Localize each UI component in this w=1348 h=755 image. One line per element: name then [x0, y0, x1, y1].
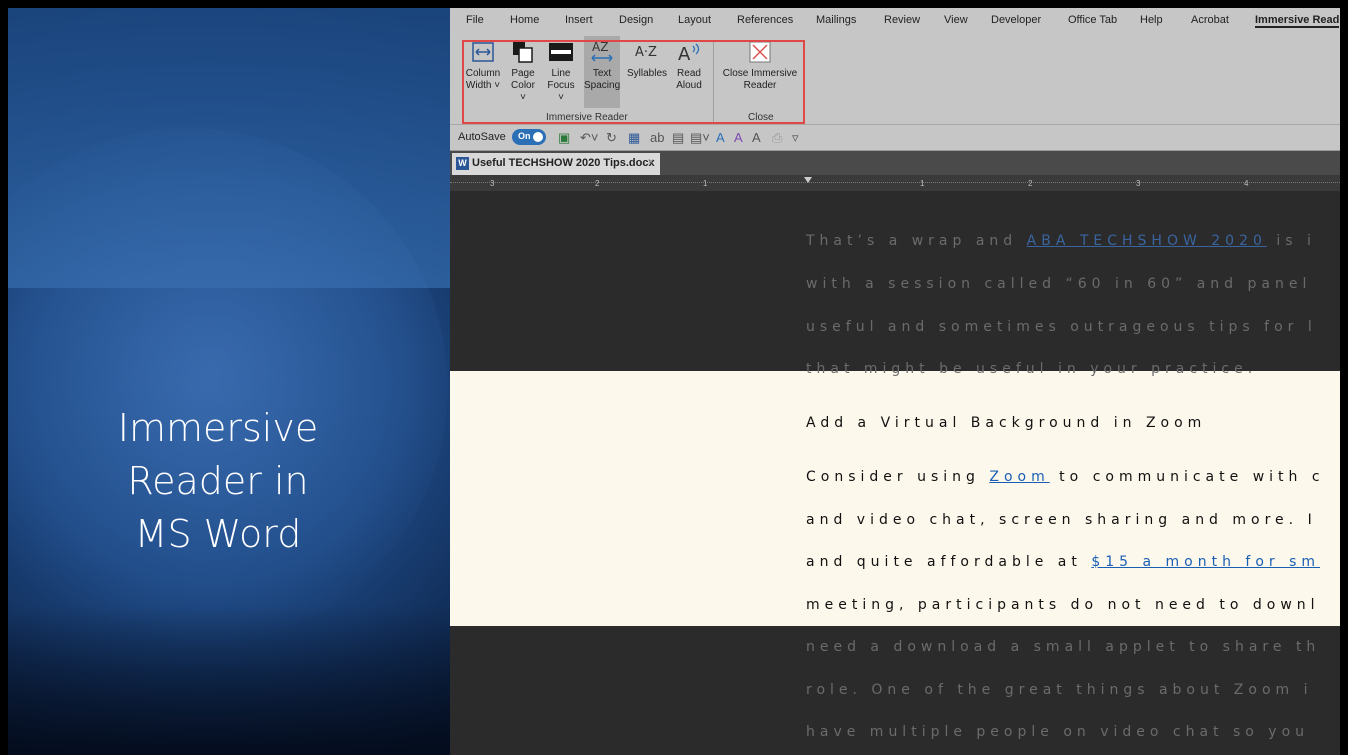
- ruler-tick: 2: [1028, 179, 1033, 188]
- undo-icon[interactable]: ↶˅: [580, 130, 598, 146]
- document-area[interactable]: That’s a wrap and ABA TECHSHOW 2020 is i…: [450, 191, 1340, 755]
- toggle-text: On: [518, 131, 531, 141]
- ribbon-highlight-box: [462, 40, 805, 124]
- line-text: and quite affordable at: [806, 554, 1092, 570]
- document-tab-title: Useful TECHSHOW 2020 Tips.docx: [472, 157, 655, 169]
- ruler-tick: 4: [1244, 179, 1249, 188]
- slide-title: Immersive Reader in MS Word: [48, 402, 388, 561]
- line-focus-window: [450, 371, 1340, 626]
- zoom-link[interactable]: Zoom: [989, 469, 1049, 485]
- ruler-tick: 3: [490, 179, 495, 188]
- redo-icon[interactable]: ↻: [606, 130, 617, 146]
- ruler-tick: 1: [703, 179, 708, 188]
- slide-title-panel: Immersive Reader in MS Word: [8, 8, 450, 755]
- zoom-pricing-link[interactable]: $15 a month for sm: [1091, 554, 1320, 570]
- document-icon[interactable]: ▤: [672, 130, 684, 146]
- document-line: need a download a small applet to share …: [806, 639, 1321, 655]
- menu-bar: File Home Insert Design Layout Reference…: [450, 8, 1340, 32]
- document-line: role. One of the great things about Zoom…: [806, 682, 1313, 698]
- document-line: useful and sometimes outrageous tips for…: [806, 319, 1317, 335]
- ruler-dots: [450, 182, 1340, 184]
- section-heading: Add a Virtual Background in Zoom: [806, 415, 1207, 431]
- document-tab[interactable]: W Useful TECHSHOW 2020 Tips.docx ×: [452, 153, 660, 175]
- word-screenshot: File Home Insert Design Layout Reference…: [450, 8, 1340, 755]
- slide-title-line: MS Word: [134, 512, 302, 556]
- indent-marker[interactable]: [804, 177, 812, 183]
- toggle-knob: [533, 132, 543, 142]
- ruler-tick: 1: [920, 179, 925, 188]
- autosave-label: AutoSave: [458, 131, 506, 143]
- menu-references[interactable]: References: [737, 14, 793, 26]
- menu-acrobat[interactable]: Acrobat: [1191, 14, 1229, 26]
- word-document-icon: W: [456, 157, 469, 170]
- slide-title-line: Immersive: [117, 406, 319, 450]
- document-line: with a session called “60 in 60” and pan…: [806, 276, 1312, 292]
- menu-view[interactable]: View: [944, 14, 968, 26]
- clear-format-icon[interactable]: A: [752, 130, 761, 145]
- slide: Immersive Reader in MS Word File Home In…: [8, 8, 1340, 755]
- highlight-icon[interactable]: A: [734, 130, 743, 145]
- menu-insert[interactable]: Insert: [565, 14, 593, 26]
- font-color-icon[interactable]: A: [716, 130, 725, 145]
- ruler-tick: 3: [1136, 179, 1141, 188]
- line-text: Consider using: [806, 469, 990, 485]
- close-tab-icon[interactable]: ×: [648, 156, 654, 168]
- menu-home[interactable]: Home: [510, 14, 539, 26]
- customize-toolbar-icon[interactable]: ▿: [792, 130, 799, 146]
- immersive-icon[interactable]: ▦: [628, 130, 640, 146]
- document-line: That’s a wrap and ABA TECHSHOW 2020 is i: [806, 233, 1316, 249]
- text-effect-icon[interactable]: ab: [650, 130, 664, 145]
- line-text: is i: [1266, 233, 1316, 249]
- menu-review[interactable]: Review: [884, 14, 920, 26]
- autosave-toggle[interactable]: On: [512, 129, 546, 145]
- format-painter-icon[interactable]: ⎙: [772, 130, 782, 146]
- quick-access-toolbar: AutoSave On ▣ ↶˅ ↻ ▦ ab ▤ ▤˅ A A A ⎙ ▿: [450, 125, 1340, 151]
- ruler-tick: 2: [595, 179, 600, 188]
- aba-techshow-link[interactable]: ABA TECHSHOW 2020: [1027, 233, 1267, 249]
- ruler: 3 2 1 1 2 3 4: [450, 175, 1340, 191]
- menu-office-tab[interactable]: Office Tab: [1068, 14, 1117, 26]
- menu-help[interactable]: Help: [1140, 14, 1163, 26]
- background-shade: [8, 605, 450, 755]
- document-line: have multiple people on video chat so yo…: [806, 724, 1310, 740]
- menu-mailings[interactable]: Mailings: [816, 14, 856, 26]
- menu-design[interactable]: Design: [619, 14, 653, 26]
- save-icon[interactable]: ▣: [558, 130, 570, 146]
- menu-developer[interactable]: Developer: [991, 14, 1041, 26]
- document-line: that might be useful in your practice.: [806, 361, 1258, 377]
- line-text: to communicate with c: [1049, 469, 1325, 485]
- document-line: Consider using Zoom to communicate with …: [806, 469, 1325, 485]
- page-view-icon[interactable]: ▤˅: [690, 130, 710, 146]
- menu-file[interactable]: File: [466, 14, 484, 26]
- menu-immersive-reader[interactable]: Immersive Read: [1255, 14, 1340, 28]
- line-text: That’s a wrap and: [806, 233, 1027, 249]
- document-line: and video chat, screen sharing and more.…: [806, 512, 1317, 528]
- document-line: meeting, participants do not need to dow…: [806, 597, 1320, 613]
- menu-layout[interactable]: Layout: [678, 14, 711, 26]
- document-line: and quite affordable at $15 a month for …: [806, 554, 1320, 570]
- slide-title-line: Reader in: [127, 459, 309, 503]
- document-tab-bar: W Useful TECHSHOW 2020 Tips.docx ×: [450, 151, 1340, 175]
